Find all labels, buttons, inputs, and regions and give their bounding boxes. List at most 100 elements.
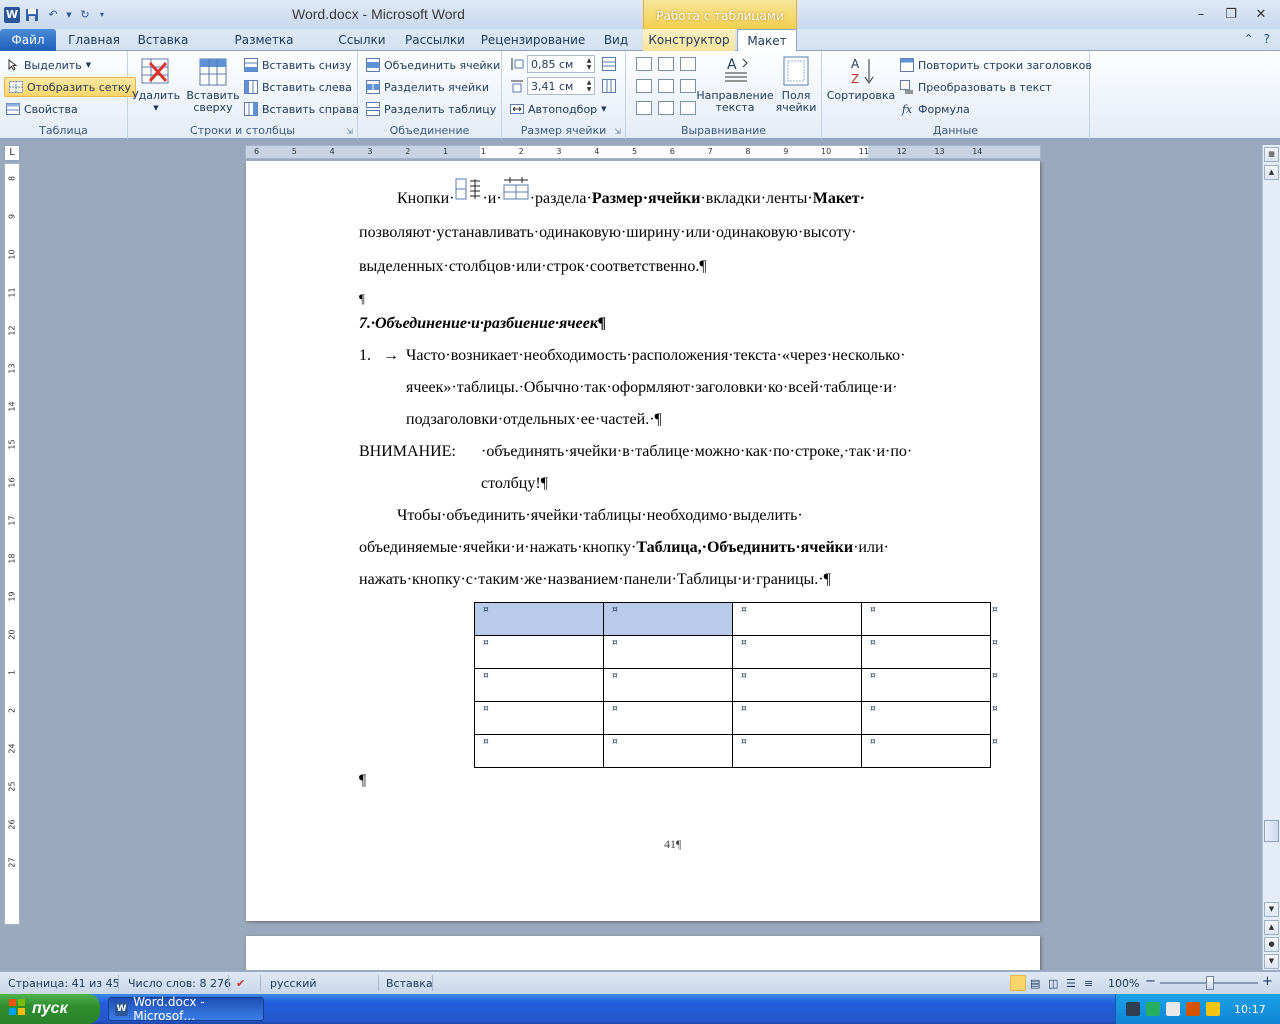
repeat-header-rows-button[interactable]: Повторить строки заголовков (900, 55, 1092, 75)
align-bottom-center-icon[interactable] (658, 101, 674, 115)
dialog-launcher-icon[interactable]: ⇲ (614, 127, 621, 136)
table-cell[interactable]: ¤ (603, 701, 733, 735)
row-height-input[interactable]: 0,85 см ▲ ▼ (527, 55, 595, 73)
network-icon[interactable] (1126, 1002, 1140, 1016)
tab-layout[interactable]: Макет (737, 29, 797, 52)
outline-view-icon[interactable]: ☰ (1066, 977, 1076, 990)
help-icon[interactable]: ? (1264, 32, 1270, 46)
restore-button[interactable]: ❐ (1216, 4, 1246, 24)
properties-button[interactable]: Свойства (6, 99, 78, 119)
clock[interactable]: 10:17 (1234, 1003, 1266, 1016)
undo-dropdown-icon[interactable]: ▼ (65, 6, 73, 24)
sort-button[interactable]: AZ Сортировка (827, 55, 896, 102)
table-cell[interactable]: ¤ (732, 635, 862, 669)
tab-page-layout[interactable]: Разметка страницы (204, 29, 324, 61)
align-top-center-icon[interactable] (658, 57, 674, 71)
formula-button[interactable]: fx Формула (900, 99, 970, 119)
page-count[interactable]: Страница: 41 из 45 (8, 977, 120, 990)
table-cell[interactable]: ¤ (732, 734, 862, 768)
next-page-button[interactable]: ▼ (1264, 954, 1279, 969)
tab-references[interactable]: Ссылки (334, 29, 390, 51)
insert-above-button[interactable]: Вставить сверху (186, 55, 240, 114)
view-gridlines-button[interactable]: Отобразить сетку (4, 77, 137, 97)
safely-remove-icon[interactable] (1166, 1002, 1180, 1016)
align-center-right-icon[interactable] (680, 79, 696, 93)
minimize-ribbon-icon[interactable]: ⌃ (1244, 32, 1254, 46)
column-width-input[interactable]: 3,41 см ▲ ▼ (527, 77, 595, 95)
tab-insert[interactable]: Вставка (134, 29, 192, 51)
vertical-ruler[interactable]: 8 9 10 11 12 13 14 15 16 17 18 19 20 1 2 24 25 26 27 (4, 163, 20, 925)
table-cell-selected[interactable]: ¤ (474, 602, 604, 636)
word-logo-icon[interactable]: W (4, 6, 20, 23)
select-button[interactable]: Выделить ▼ (6, 55, 91, 75)
table-cell[interactable]: ¤ (732, 668, 862, 702)
align-center-left-icon[interactable] (636, 79, 652, 93)
security-icon[interactable] (1146, 1002, 1160, 1016)
zoom-out-button[interactable]: − (1145, 974, 1156, 989)
distribute-columns-button[interactable] (602, 77, 616, 95)
vertical-scrollbar[interactable]: ▦ ▲ ▼ ▲ ● ▼ (1262, 145, 1280, 970)
minimize-button[interactable]: – (1186, 4, 1216, 24)
dialog-launcher-icon[interactable]: ⇲ (346, 127, 353, 136)
text-direction-button[interactable]: A Направление текста (696, 55, 773, 114)
table-cell[interactable]: ¤ (732, 602, 862, 636)
align-center-icon[interactable] (658, 79, 674, 93)
insert-left-button[interactable]: Вставить слева (244, 77, 352, 97)
table-cell[interactable]: ¤ (474, 668, 604, 702)
tab-design[interactable]: Конструктор (643, 29, 735, 51)
table-cell[interactable]: ¤ (603, 734, 733, 768)
taskbar-word-window[interactable]: W Word.docx - Microsof… (108, 995, 264, 1023)
draft-view-icon[interactable]: ≡ (1084, 977, 1093, 990)
volume-icon[interactable] (1206, 1002, 1220, 1016)
align-bottom-left-icon[interactable] (636, 101, 652, 115)
next-page[interactable] (246, 936, 1040, 970)
previous-page-button[interactable]: ▲ (1264, 920, 1279, 935)
tab-file[interactable]: Файл (0, 29, 56, 51)
select-browse-object-button[interactable]: ● (1264, 937, 1279, 952)
split-cells-button[interactable]: Разделить ячейки (366, 77, 489, 97)
align-top-left-icon[interactable] (636, 57, 652, 71)
page[interactable]: Кнопки· ·и· ·раздела·Размер·ячейки·вкладки… (246, 161, 1040, 921)
scroll-up-button[interactable]: ▲ (1264, 165, 1279, 180)
tab-home[interactable]: Главная (66, 29, 122, 51)
tab-review[interactable]: Рецензирование (480, 29, 586, 51)
table-cell[interactable]: ¤ (861, 602, 991, 636)
spelling-check-icon[interactable]: ✔ (236, 977, 245, 990)
tab-selector[interactable]: L (4, 145, 20, 161)
document-area[interactable]: Кнопки· ·и· ·раздела·Размер·ячейки·вкладки… (24, 161, 1260, 970)
table-cell[interactable]: ¤ (861, 701, 991, 735)
view-ruler-icon[interactable]: ▦ (1264, 147, 1279, 162)
zoom-in-button[interactable]: + (1262, 974, 1273, 989)
table-cell[interactable]: ¤ (861, 635, 991, 669)
insert-below-button[interactable]: Вставить снизу (244, 55, 352, 75)
horizontal-ruler[interactable]: 6 5 4 3 2 1 1 2 3 4 5 6 7 8 9 10 11 12 13 14 (245, 145, 1041, 159)
spin-arrows-icon[interactable]: ▲ ▼ (584, 79, 594, 93)
table-cell-selected[interactable]: ¤ (603, 602, 733, 636)
web-layout-icon[interactable]: ◫ (1048, 977, 1058, 990)
insert-right-button[interactable]: Вставить справа (244, 99, 359, 119)
delete-button[interactable]: Удалить ▼ (132, 55, 180, 114)
table-cell[interactable]: ¤ (474, 701, 604, 735)
align-top-right-icon[interactable] (680, 57, 696, 71)
full-screen-reading-icon[interactable]: ▤ (1030, 977, 1040, 990)
language-indicator[interactable]: русский (270, 977, 317, 990)
table-cell[interactable]: ¤ (474, 635, 604, 669)
table-cell[interactable]: ¤ (603, 668, 733, 702)
table-cell[interactable]: ¤ (732, 701, 862, 735)
word-count[interactable]: Число слов: 8 276 (128, 977, 231, 990)
antivirus-icon[interactable] (1186, 1002, 1200, 1016)
table-cell[interactable]: ¤ (603, 635, 733, 669)
spin-arrows-icon[interactable]: ▲ ▼ (584, 57, 594, 71)
align-bottom-right-icon[interactable] (680, 101, 696, 115)
tab-view[interactable]: Вид (596, 29, 636, 51)
scroll-down-button[interactable]: ▼ (1264, 902, 1279, 917)
redo-icon[interactable]: ↻ (76, 6, 94, 24)
zoom-slider-knob[interactable] (1206, 976, 1214, 990)
table-cell[interactable]: ¤ (474, 734, 604, 768)
tab-mailings[interactable]: Рассылки (400, 29, 470, 51)
convert-to-text-button[interactable]: Преобразовать в текст (900, 77, 1052, 97)
merge-cells-button[interactable]: Объединить ячейки (366, 55, 500, 75)
customize-qat-icon[interactable]: ▾ (97, 6, 107, 24)
close-button[interactable]: ✕ (1246, 4, 1276, 24)
split-table-button[interactable]: Разделить таблицу (366, 99, 496, 119)
